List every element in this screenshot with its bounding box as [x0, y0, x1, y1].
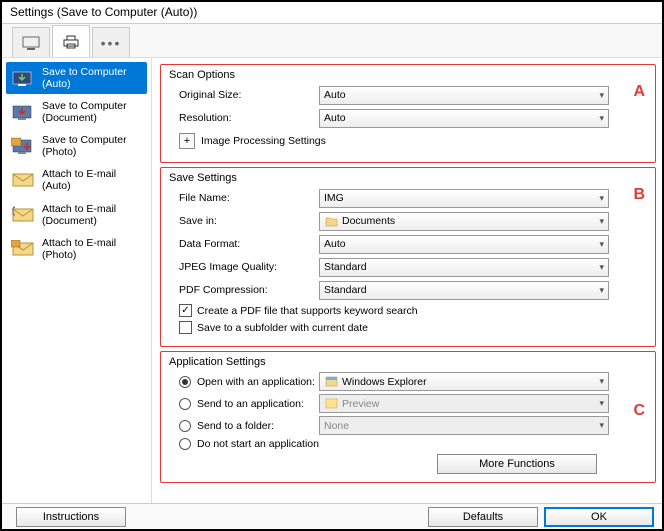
sidebar-item-email-auto[interactable]: Attach to E-mail (Auto) [6, 164, 147, 196]
pdf-compression-label: PDF Compression: [169, 284, 319, 296]
folder-icon [324, 214, 338, 228]
original-size-select[interactable]: Auto ▾ [319, 86, 609, 105]
resolution-label: Resolution: [169, 112, 319, 124]
pdf-compression-select[interactable]: Standard ▾ [319, 281, 609, 300]
sidebar-item-email-document[interactable]: Attach to E-mail (Document) [6, 199, 147, 231]
send-to-folder-value: None [324, 420, 349, 432]
save-in-label: Save in: [169, 215, 319, 227]
sidebar-item-save-auto[interactable]: Save to Computer (Auto) [6, 62, 147, 94]
chevron-down-icon: ▾ [599, 376, 604, 387]
file-name-input[interactable]: IMG ▾ [319, 189, 609, 208]
envelope-attach-icon [10, 204, 36, 226]
jpeg-quality-value: Standard [324, 261, 367, 273]
file-name-value: IMG [324, 192, 344, 204]
original-size-label: Original Size: [169, 89, 319, 101]
data-format-label: Data Format: [169, 238, 319, 250]
sidebar-item-label: Save to Computer (Document) [42, 100, 127, 124]
main-panel: A Scan Options Original Size: Auto ▾ Res… [152, 58, 662, 507]
ok-button[interactable]: OK [544, 507, 654, 527]
more-functions-button[interactable]: More Functions [437, 454, 597, 474]
ellipsis-icon: ••• [101, 35, 122, 51]
sidebar-item-label: Attach to E-mail (Auto) [42, 168, 116, 192]
chevron-down-icon: ▾ [599, 113, 604, 124]
open-with-app-label: Open with an application: [197, 376, 315, 388]
send-to-folder-label: Send to a folder: [197, 420, 274, 432]
sidebar: Save to Computer (Auto) Save to Computer… [2, 58, 152, 507]
file-name-label: File Name: [169, 192, 319, 204]
save-settings-legend: Save Settings [169, 172, 647, 184]
jpeg-quality-select[interactable]: Standard ▾ [319, 258, 609, 277]
chevron-down-icon: ▾ [599, 239, 604, 250]
section-letter-a: A [633, 83, 645, 101]
send-to-folder-radio[interactable] [179, 420, 191, 432]
expand-image-processing-button[interactable]: + [179, 133, 195, 149]
tab-computer[interactable] [12, 27, 50, 57]
defaults-button[interactable]: Defaults [428, 507, 538, 527]
tab-printer[interactable] [52, 25, 90, 57]
image-processing-label: Image Processing Settings [201, 135, 326, 147]
create-pdf-keyword-label: Create a PDF file that supports keyword … [197, 305, 418, 317]
monitor-icon [22, 36, 40, 50]
section-letter-b: B [633, 186, 645, 204]
envelope-photo-icon [10, 238, 36, 260]
create-pdf-keyword-checkbox[interactable]: ✓ [179, 304, 192, 317]
do-not-start-label: Do not start an application [197, 438, 319, 450]
chevron-down-icon: ▾ [599, 285, 604, 296]
data-format-select[interactable]: Auto ▾ [319, 235, 609, 254]
save-subfolder-date-checkbox[interactable] [179, 321, 192, 334]
open-with-app-select[interactable]: Windows Explorer ▾ [319, 372, 609, 391]
window-title: Settings (Save to Computer (Auto)) [2, 2, 662, 24]
chevron-down-icon: ▾ [599, 90, 604, 101]
envelope-icon [10, 169, 36, 191]
resolution-value: Auto [324, 112, 346, 124]
sidebar-item-save-photo[interactable]: Save to Computer (Photo) [6, 130, 147, 162]
tab-strip: ••• [2, 24, 662, 58]
send-to-app-select[interactable]: Preview ▾ [319, 394, 609, 413]
sidebar-item-label: Attach to E-mail (Document) [42, 203, 116, 227]
application-settings-group: C Application Settings Open with an appl… [160, 351, 656, 483]
save-settings-group: B Save Settings File Name: IMG ▾ Save in… [160, 167, 656, 347]
footer: Instructions Defaults OK [2, 503, 662, 529]
jpeg-quality-label: JPEG Image Quality: [169, 261, 319, 273]
data-format-value: Auto [324, 238, 346, 250]
sidebar-item-label: Attach to E-mail (Photo) [42, 237, 116, 261]
open-with-app-radio[interactable] [179, 376, 191, 388]
original-size-value: Auto [324, 89, 346, 101]
do-not-start-radio[interactable] [179, 438, 191, 450]
resolution-select[interactable]: Auto ▾ [319, 109, 609, 128]
scan-options-legend: Scan Options [169, 69, 647, 81]
preview-icon [324, 397, 338, 411]
send-to-app-radio[interactable] [179, 398, 191, 410]
sidebar-item-email-photo[interactable]: Attach to E-mail (Photo) [6, 233, 147, 265]
explorer-icon [324, 375, 338, 389]
sidebar-item-save-document[interactable]: Save to Computer (Document) [6, 96, 147, 128]
scan-options-group: A Scan Options Original Size: Auto ▾ Res… [160, 64, 656, 163]
send-to-app-label: Send to an application: [197, 398, 304, 410]
section-letter-c: C [633, 402, 645, 420]
computer-photo-download-icon [10, 135, 36, 157]
open-with-app-value: Windows Explorer [342, 376, 427, 388]
chevron-down-icon: ▾ [599, 420, 604, 431]
chevron-down-icon: ▾ [599, 216, 604, 227]
chevron-down-icon: ▾ [599, 398, 604, 409]
computer-download-icon [10, 101, 36, 123]
computer-download-icon [10, 67, 36, 89]
save-in-select[interactable]: Documents ▾ [319, 212, 609, 231]
printer-icon [62, 35, 80, 49]
pdf-compression-value: Standard [324, 284, 367, 296]
application-settings-legend: Application Settings [169, 356, 647, 368]
sidebar-item-label: Save to Computer (Photo) [42, 134, 127, 158]
save-subfolder-date-label: Save to a subfolder with current date [197, 322, 368, 334]
tab-more[interactable]: ••• [92, 27, 130, 57]
send-to-folder-select[interactable]: None ▾ [319, 416, 609, 435]
chevron-down-icon: ▾ [599, 262, 604, 273]
save-in-value: Documents [342, 215, 395, 227]
sidebar-item-label: Save to Computer (Auto) [42, 66, 127, 90]
chevron-down-icon: ▾ [599, 193, 604, 204]
instructions-button[interactable]: Instructions [16, 507, 126, 527]
send-to-app-value: Preview [342, 398, 379, 410]
